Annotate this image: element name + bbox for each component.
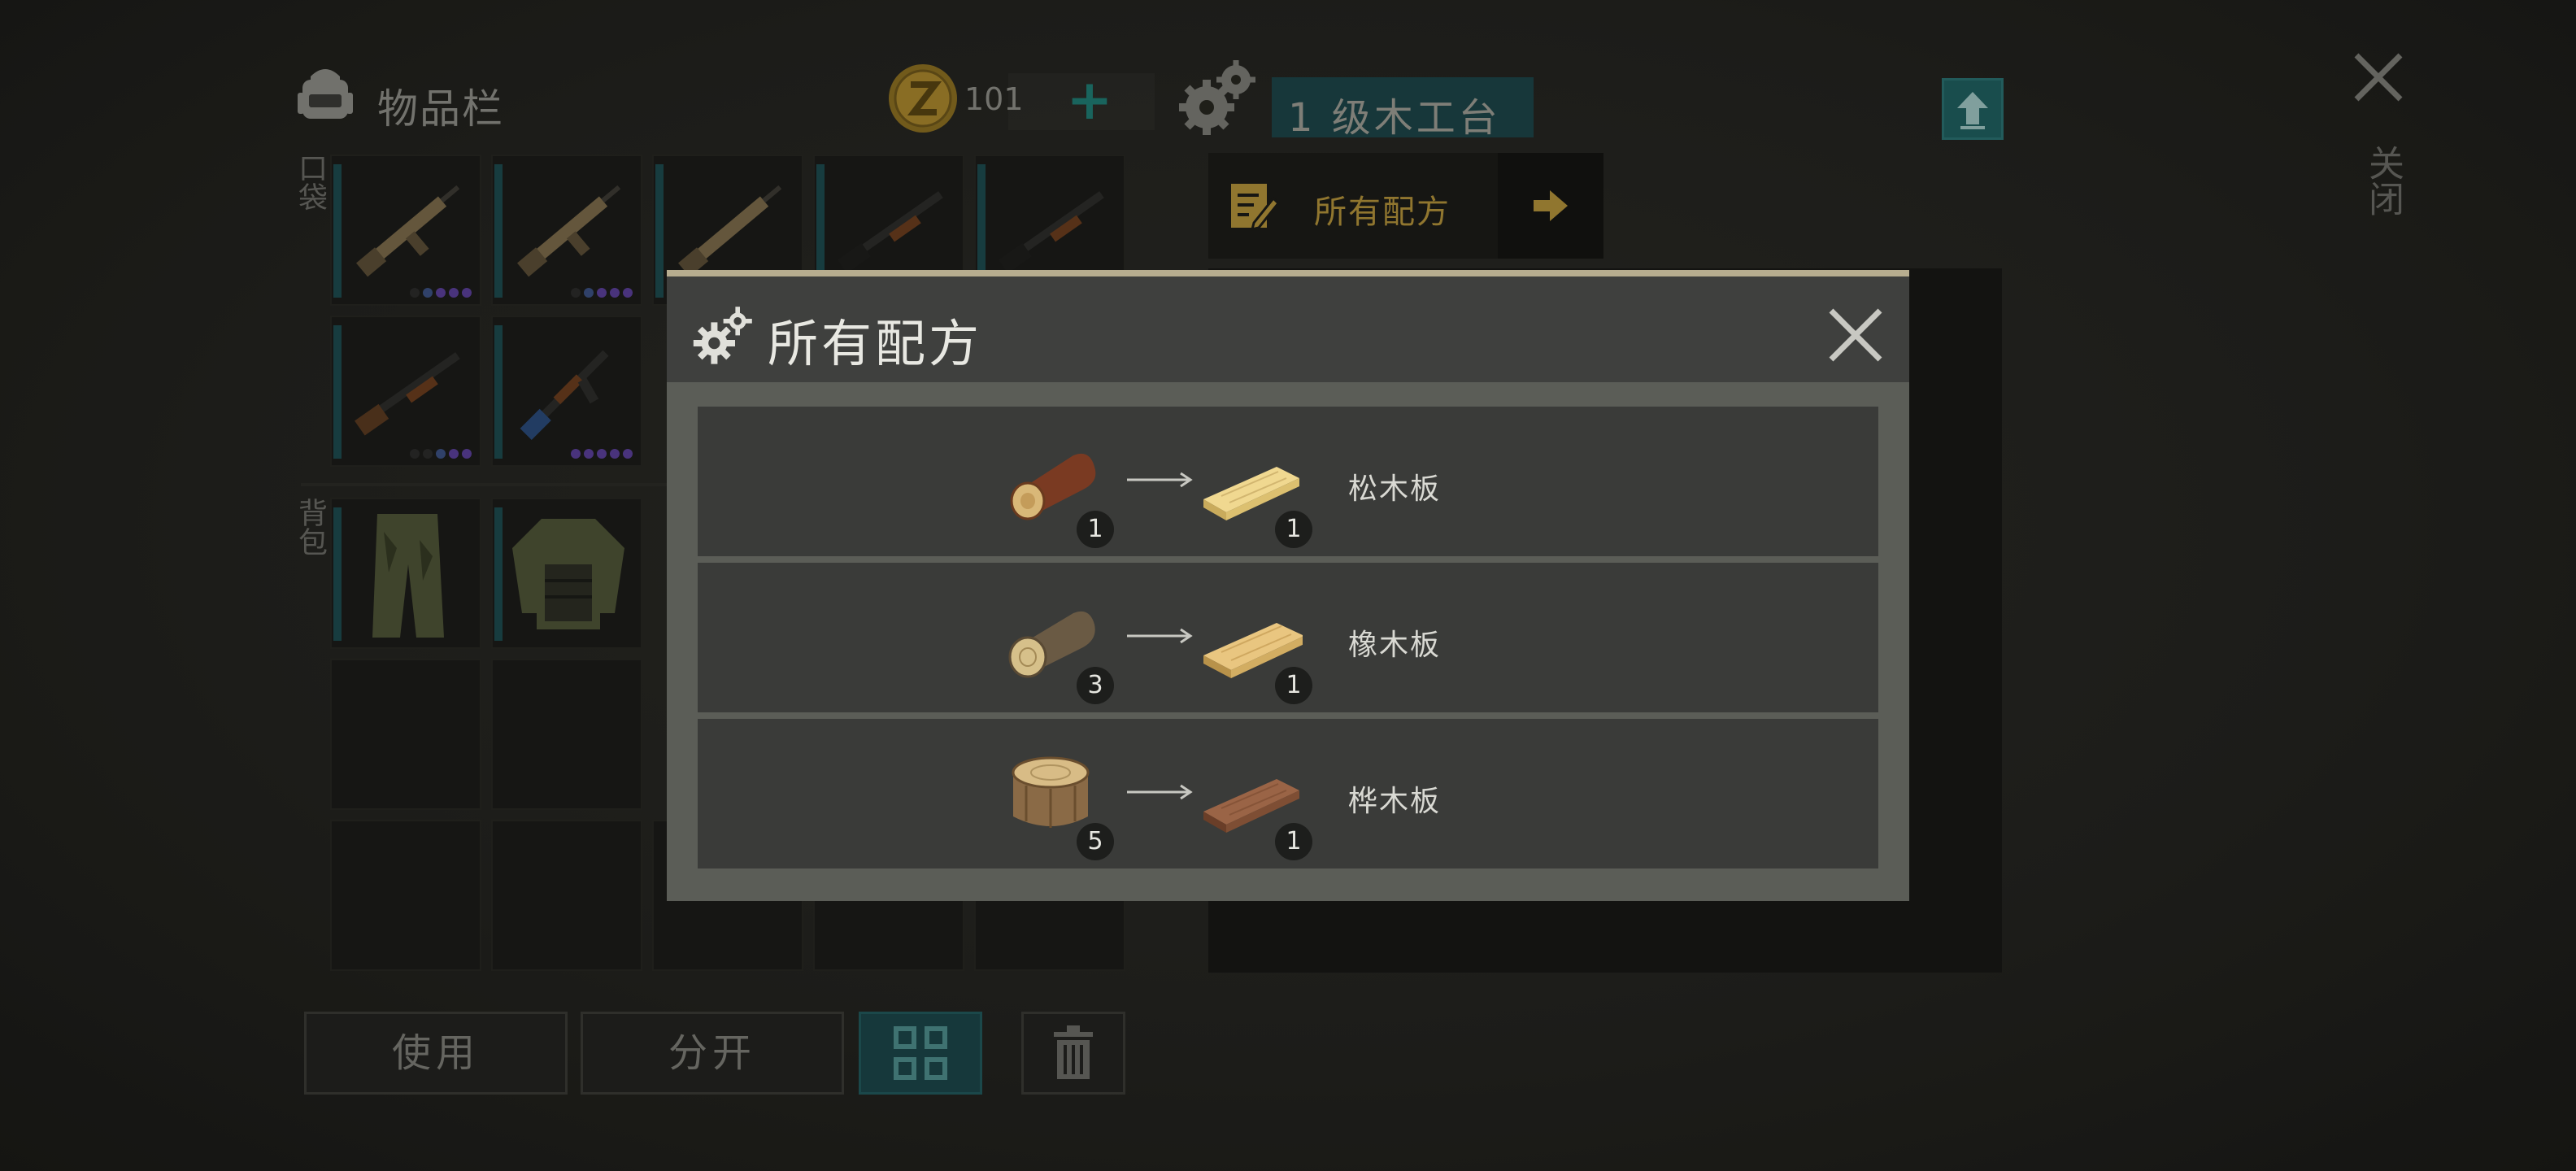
recipe-row[interactable]: 3 1 橡木板 [698, 563, 1878, 719]
output-count-badge: 1 [1275, 823, 1312, 860]
gears-icon [693, 307, 752, 364]
input-count-badge: 5 [1077, 823, 1114, 860]
recipe-name: 橡木板 [1348, 629, 1442, 662]
recipe-row[interactable]: 5 1 桦木板 [698, 719, 1878, 868]
recipe-name: 桦木板 [1348, 785, 1442, 818]
recipe-list: 1 1 松木板 3 1 橡木板 5 1 桦木板 [667, 382, 1909, 901]
arrow-right-icon [1127, 628, 1193, 644]
recipe-name: 松木板 [1348, 472, 1442, 506]
modal-header: 所有配方 [667, 276, 1909, 382]
input-count-badge: 3 [1077, 667, 1114, 704]
modal-title: 所有配方 [768, 314, 983, 373]
arrow-right-icon [1127, 784, 1193, 800]
row-separator [698, 556, 1878, 563]
output-count-badge: 1 [1275, 511, 1312, 548]
output-count-badge: 1 [1275, 667, 1312, 704]
arrow-right-icon [1127, 472, 1193, 488]
recipe-row[interactable]: 1 1 松木板 [698, 407, 1878, 563]
close-icon[interactable] [1823, 303, 1888, 368]
input-count-badge: 1 [1077, 511, 1114, 548]
all-recipes-dialog: 所有配方 1 1 松木板 3 1 橡木板 5 1 桦木板 [667, 270, 1909, 901]
row-separator [698, 712, 1878, 719]
modal-top-border [667, 270, 1909, 276]
